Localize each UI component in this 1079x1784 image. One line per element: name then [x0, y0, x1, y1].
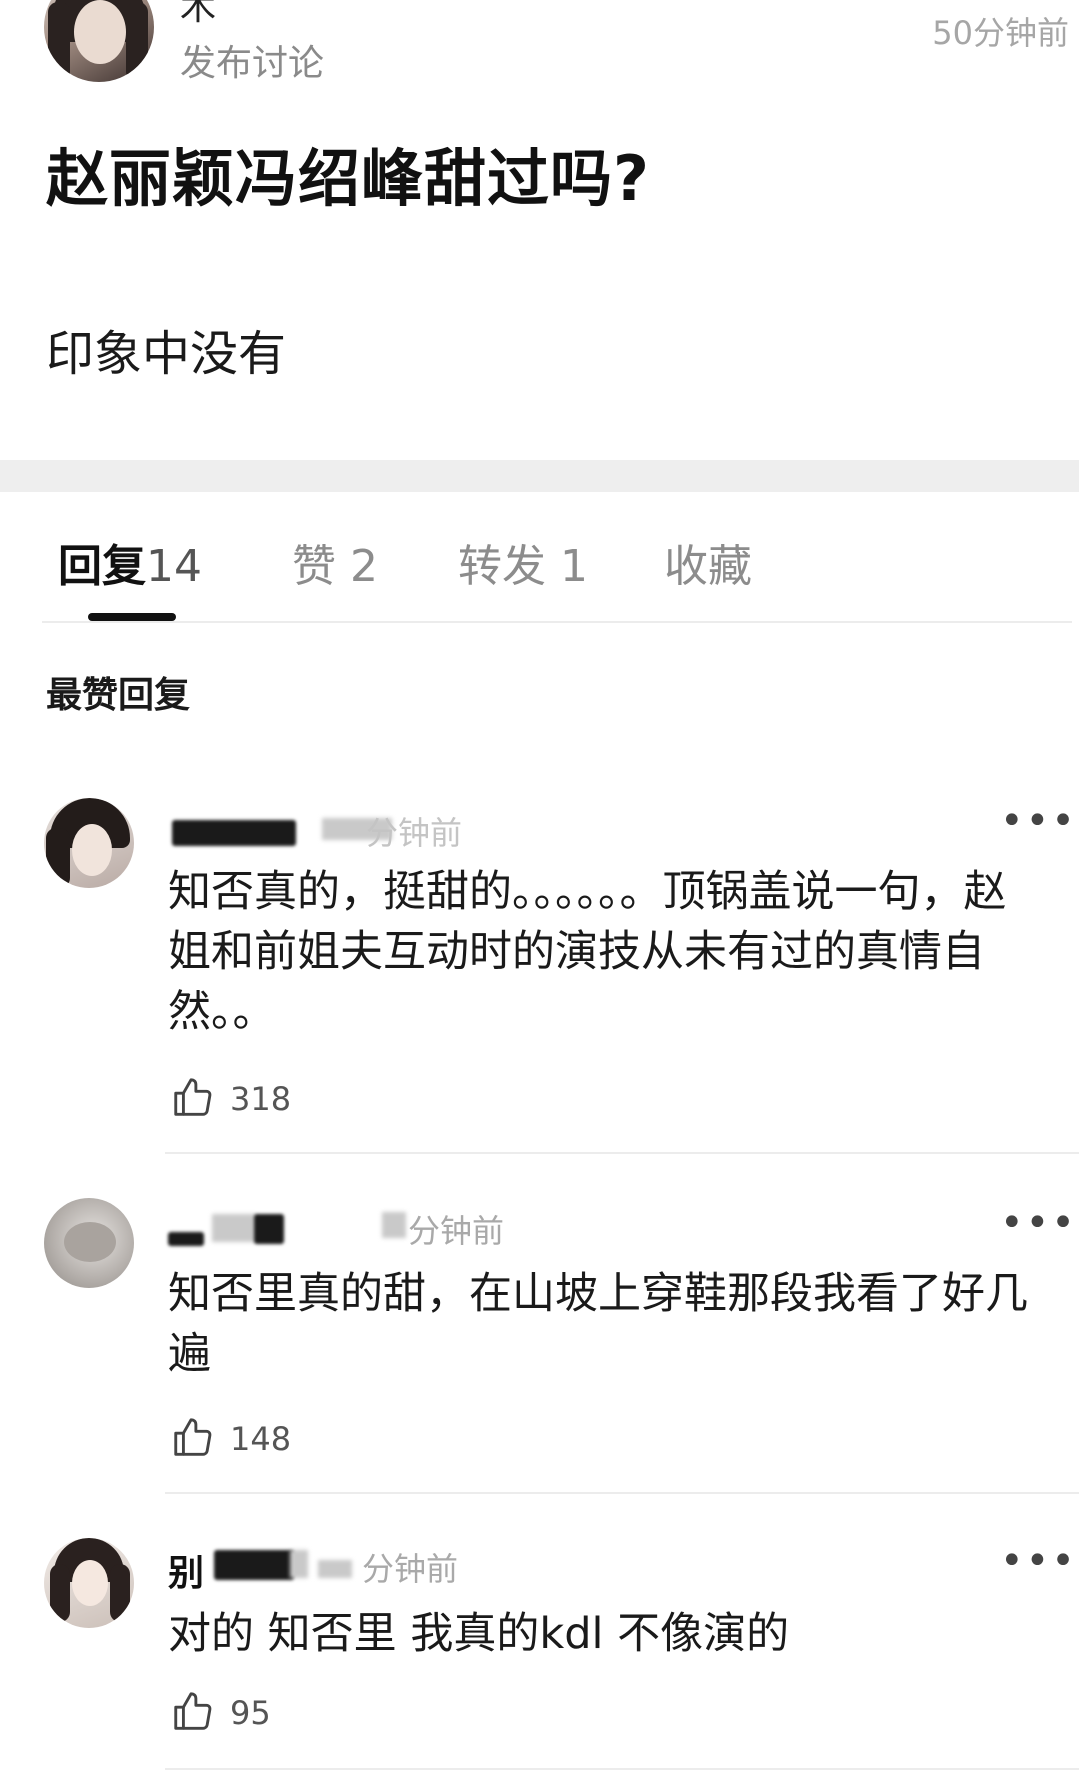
author-name[interactable]: 木 — [180, 0, 216, 30]
redacted-username — [254, 1214, 284, 1244]
comment-text: 知否真的，挺甜的。。。。。。顶锅盖说一句，赵姐和前姐夫互动时的演技从未有过的真情… — [168, 867, 1007, 1037]
more-options-icon[interactable]: ••• — [1000, 1200, 1077, 1246]
tab-replies-label: 回复 — [58, 541, 146, 592]
tab-favorites[interactable]: 收藏 — [664, 530, 752, 594]
like-count: 148 — [230, 1420, 292, 1458]
redacted-username — [168, 1232, 204, 1246]
section-divider — [0, 460, 1079, 492]
like-count: 318 — [230, 1080, 292, 1118]
redacted-time — [318, 1560, 352, 1578]
more-options-icon[interactable]: ••• — [1000, 1538, 1077, 1584]
more-options-icon[interactable]: ••• — [1000, 798, 1077, 844]
tab-reposts-label: 转发 — [458, 541, 546, 592]
comment-text: 对的 知否里 我真的kdl 不像演的 — [168, 1609, 790, 1659]
comment-divider — [165, 1492, 1079, 1494]
like-count: 95 — [230, 1694, 271, 1732]
section-title-top-replies: 最赞回复 — [46, 675, 191, 716]
tab-replies-count: 14 — [146, 541, 202, 592]
post-title: 赵丽颖冯绍峰甜过吗? — [46, 142, 650, 215]
redacted-username — [172, 820, 296, 846]
comment-author[interactable]: 别 — [168, 1544, 204, 1596]
post-body: 印象中没有 — [46, 326, 287, 382]
comment-time: 分钟前 — [362, 1550, 459, 1588]
comment-avatar[interactable] — [44, 798, 134, 888]
comment-divider — [165, 1152, 1079, 1154]
tab-likes-label: 赞 — [292, 541, 336, 592]
tab-favorites-label: 收藏 — [664, 541, 752, 592]
comment-time: 分钟前 — [366, 814, 463, 852]
post-action: 发布讨论 — [180, 43, 325, 84]
tab-likes-count: 2 — [350, 541, 378, 592]
comment-text: 知否里真的甜，在山坡上穿鞋那段我看了好几遍 — [168, 1269, 1028, 1379]
tab-reposts[interactable]: 转发 1 — [458, 530, 588, 594]
tabs-divider — [42, 621, 1072, 623]
active-tab-indicator — [88, 613, 176, 621]
post-time: 50分钟前 — [932, 14, 1069, 52]
tab-replies[interactable]: 回复14 — [58, 530, 202, 594]
tab-likes[interactable]: 赞 2 — [292, 530, 378, 594]
author-avatar[interactable] — [44, 0, 154, 82]
redacted-username — [214, 1550, 294, 1580]
thumbs-up-icon — [174, 1078, 212, 1116]
redacted-time — [382, 1212, 406, 1238]
comment-time: 分钟前 — [408, 1212, 505, 1250]
thumbs-up-icon — [174, 1692, 212, 1730]
thumbs-up-icon — [174, 1418, 212, 1456]
comment-avatar[interactable] — [44, 1538, 134, 1628]
comment-divider — [165, 1768, 1079, 1770]
redacted-username — [290, 1550, 308, 1578]
redacted-username — [212, 1214, 256, 1242]
comment-avatar[interactable] — [44, 1198, 134, 1288]
tab-reposts-count: 1 — [560, 541, 588, 592]
